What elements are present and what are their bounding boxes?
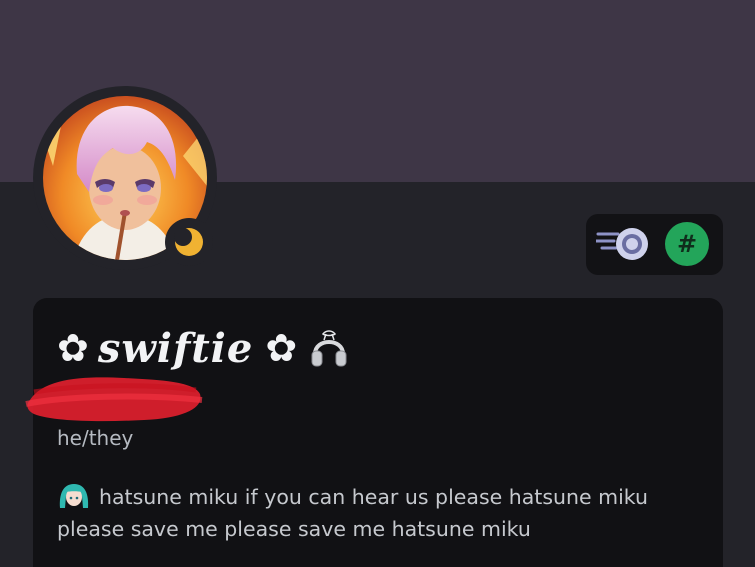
headphones-icon <box>311 330 347 367</box>
profile-screen: # ✿ swiftie ✿ he/they hatsune miku if yo… <box>0 0 755 567</box>
nitro-badge-icon[interactable] <box>596 221 654 267</box>
flower-decoration-right: ✿ <box>265 326 299 370</box>
redacted-username <box>25 377 203 422</box>
display-name-text: swiftie <box>97 324 254 372</box>
hatsune-miku-emoji-icon <box>59 484 89 508</box>
svg-text:#: # <box>677 230 697 258</box>
flower-decoration-left: ✿ <box>57 326 90 370</box>
pronouns: he/they <box>57 426 134 450</box>
hashtag-badge-icon[interactable]: # <box>664 221 710 267</box>
about-me-bio: hatsune miku if you can hear us please h… <box>57 481 697 545</box>
moon-icon <box>174 228 203 256</box>
display-name: ✿ swiftie ✿ <box>57 318 350 378</box>
bio-text: hatsune miku if you can hear us please h… <box>57 485 649 541</box>
